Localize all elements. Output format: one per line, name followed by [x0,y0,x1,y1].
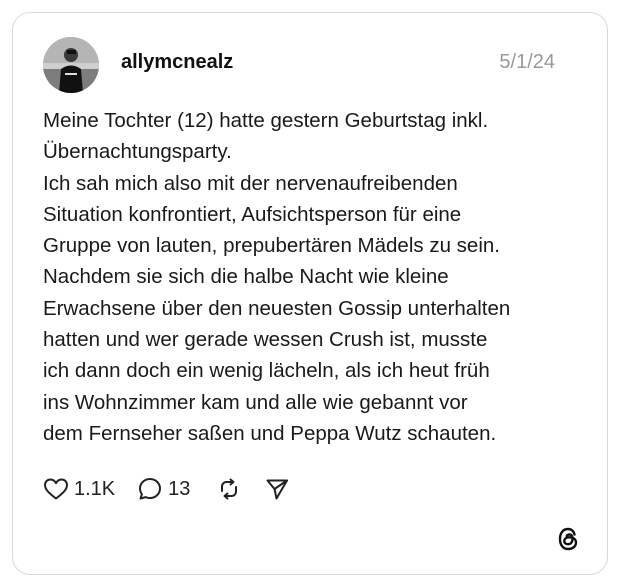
post-card: allymcnealz 5/1/24 Meine Tochter (12) ha… [12,12,608,575]
post-date: 5/1/24 [499,51,555,73]
reply-count: 13 [168,477,191,500]
send-icon [264,476,290,502]
threads-logo-icon [555,525,581,558]
username[interactable]: allymcnealz [121,51,233,74]
comment-icon [137,476,163,502]
like-count: 1.1K [74,477,116,500]
reply-button[interactable]: 13 [137,476,190,502]
share-button[interactable] [264,476,290,502]
action-bar: 1.1K 13 [43,475,290,503]
repost-button[interactable] [216,476,242,502]
repost-icon [216,476,242,502]
post-body: Meine Tochter (12) hatte gestern Geburts… [43,109,511,445]
like-button[interactable]: 1.1K [43,477,115,501]
avatar[interactable] [43,37,99,93]
heart-icon [43,477,69,501]
